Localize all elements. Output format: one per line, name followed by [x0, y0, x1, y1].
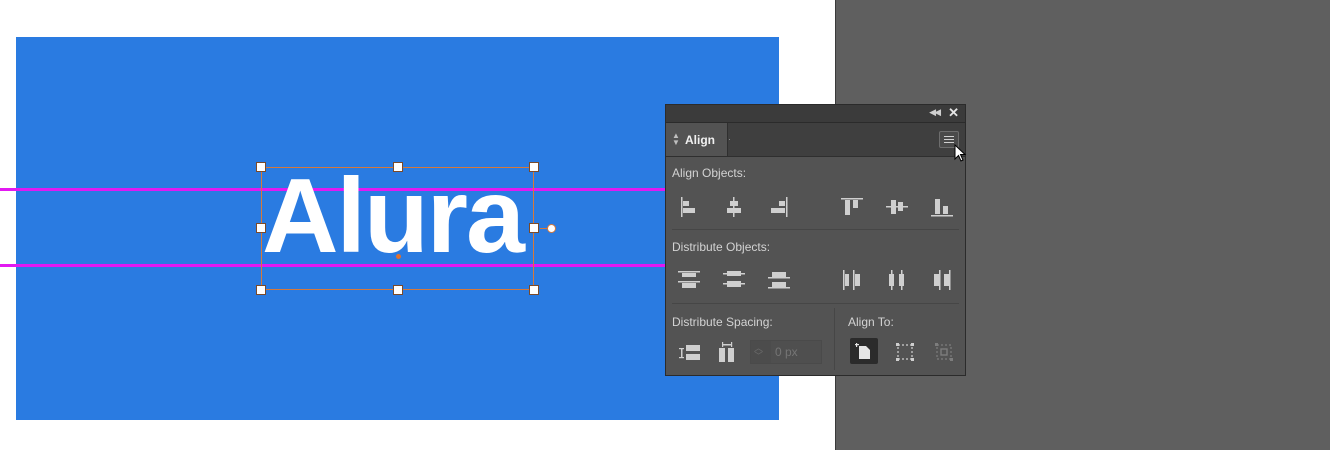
- distribute-horizontal-center-icon: [889, 270, 904, 290]
- spacing-stepper[interactable]: ︿ ﹀: [750, 340, 822, 364]
- align-panel: ◀◀ ✕ ▲ ▼ Align Align Objects: Distribute …: [665, 104, 966, 376]
- updown-arrows-icon: ▲ ▼: [672, 131, 680, 147]
- align-to-label: Align To:: [848, 315, 894, 329]
- tab-separator-dot: [729, 139, 730, 140]
- distribute-vertical-center-icon: [723, 271, 745, 287]
- close-icon[interactable]: ✕: [948, 105, 959, 121]
- stepper-arrows-icon[interactable]: ︿ ﹀: [754, 344, 766, 362]
- center-point: [396, 254, 401, 259]
- distribute-bottom-button[interactable]: [765, 267, 793, 293]
- align-vertical-centers-button[interactable]: [883, 194, 911, 220]
- menu-line: [944, 142, 954, 143]
- handle-bottom-center[interactable]: [393, 285, 403, 295]
- align-objects-label: Align Objects:: [672, 166, 747, 180]
- align-bottom-icon: [931, 199, 953, 217]
- distribute-top-icon: [678, 271, 700, 288]
- distribute-objects-label: Distribute Objects:: [672, 240, 771, 254]
- align-vertical-center-icon: [886, 200, 908, 214]
- align-left-edges-button[interactable]: [675, 194, 703, 220]
- distribute-right-button[interactable]: [928, 267, 956, 293]
- handle-top-left[interactable]: [256, 162, 266, 172]
- handle-top-center[interactable]: [393, 162, 403, 172]
- vertical-distribute-space-icon: [679, 345, 700, 360]
- distribute-bottom-icon: [768, 272, 790, 289]
- align-to-selection-button[interactable]: [891, 338, 919, 364]
- selection-bounding-box[interactable]: [261, 167, 534, 290]
- panel-tabrow: ▲ ▼ Align: [666, 123, 965, 157]
- double-chevron-left-icon[interactable]: ◀◀: [929, 107, 941, 118]
- align-bottom-edges-button[interactable]: [928, 194, 956, 220]
- handle-top-right[interactable]: [529, 162, 539, 172]
- align-to-artboard-button[interactable]: [850, 338, 878, 364]
- handle-bottom-left[interactable]: [256, 285, 266, 295]
- align-right-icon: [771, 197, 788, 217]
- artboard-icon: [855, 343, 870, 359]
- rotation-handle[interactable]: [547, 224, 556, 233]
- tab-align[interactable]: ▲ ▼ Align: [666, 123, 728, 156]
- selection-bounds-icon: [896, 343, 914, 361]
- separator: [672, 229, 959, 230]
- handle-middle-left[interactable]: [256, 223, 266, 233]
- align-right-edges-button[interactable]: [765, 194, 793, 220]
- align-top-icon: [841, 198, 863, 215]
- tab-label: Align: [685, 133, 715, 147]
- align-horizontal-center-icon: [727, 197, 741, 217]
- mouse-pointer-icon: [954, 144, 967, 162]
- distribute-top-button[interactable]: [675, 267, 703, 293]
- distribute-left-icon: [843, 270, 860, 290]
- handle-middle-right[interactable]: [529, 223, 539, 233]
- distribute-right-icon: [934, 270, 951, 290]
- handle-bottom-right[interactable]: [529, 285, 539, 295]
- spacing-input[interactable]: [771, 341, 821, 363]
- menu-line: [944, 139, 954, 140]
- align-horizontal-centers-button[interactable]: [720, 194, 748, 220]
- separator: [672, 303, 959, 304]
- distribute-spacing-label: Distribute Spacing:: [672, 315, 773, 329]
- vertical-separator: [834, 308, 835, 370]
- horizontal-distribute-space-button[interactable]: [714, 340, 742, 366]
- align-to-key-object-button[interactable]: [930, 338, 958, 364]
- distribute-left-button[interactable]: [838, 267, 866, 293]
- align-left-icon: [681, 197, 695, 217]
- distribute-vertical-centers-button[interactable]: [720, 267, 748, 293]
- panel-titlebar[interactable]: ◀◀ ✕: [666, 105, 965, 123]
- menu-line: [944, 136, 954, 137]
- horizontal-distribute-space-icon: [719, 342, 734, 362]
- align-top-edges-button[interactable]: [838, 194, 866, 220]
- vertical-distribute-space-button[interactable]: [675, 340, 703, 366]
- distribute-horizontal-centers-button[interactable]: [883, 267, 911, 293]
- key-object-icon: [935, 343, 953, 361]
